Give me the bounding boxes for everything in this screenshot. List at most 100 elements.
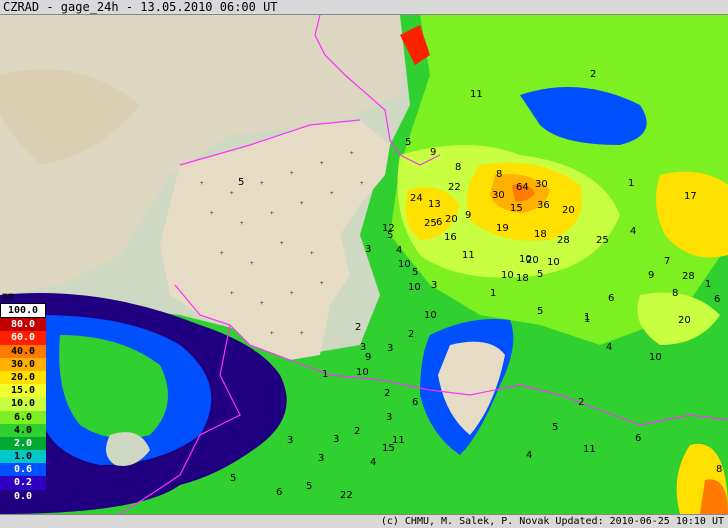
svg-text:+: +: [230, 290, 234, 297]
legend-unit: mm: [2, 291, 15, 302]
svg-text:+: +: [240, 220, 244, 227]
station-value: 6: [714, 294, 720, 305]
station-value: 6: [608, 293, 614, 304]
station-value: 5: [238, 177, 244, 188]
station-value: 3: [431, 280, 437, 291]
legend-level: 20.0: [0, 370, 46, 385]
station-value: 20: [678, 315, 691, 326]
map-viewer: CZRAD - gage_24h - 13.05.2010 06:00 UT +…: [0, 0, 728, 528]
svg-text:+: +: [290, 290, 294, 297]
station-value: 64: [516, 182, 529, 193]
svg-text:+: +: [270, 330, 274, 337]
station-value: 2: [590, 69, 596, 80]
station-value: 18: [534, 229, 547, 240]
station-value: 8: [672, 288, 678, 299]
station-value: 20: [562, 205, 575, 216]
station-value: 13: [428, 199, 441, 210]
station-value: 10: [408, 282, 421, 293]
svg-text:+: +: [260, 300, 264, 307]
svg-text:+: +: [360, 180, 364, 187]
station-value: 1: [490, 288, 496, 299]
station-value: 18: [516, 273, 529, 284]
legend-level: 15.0: [0, 384, 46, 398]
station-value: 2: [355, 322, 361, 333]
station-value: 6: [276, 487, 282, 498]
station-value: 5: [230, 473, 236, 484]
station-value: 3: [333, 434, 339, 445]
svg-text:+: +: [320, 280, 324, 287]
station-value: 4: [396, 245, 402, 256]
svg-text:+: +: [330, 190, 334, 197]
station-value: 17: [684, 191, 697, 202]
legend-level: 2.0: [0, 436, 46, 451]
svg-text:+: +: [220, 250, 224, 257]
station-value: 5: [412, 267, 418, 278]
station-value: 8: [455, 162, 461, 173]
station-value: 2: [384, 388, 390, 399]
station-value: 19: [496, 223, 509, 234]
station-value: 5: [537, 269, 543, 280]
legend-level: 1.0: [0, 450, 46, 464]
svg-text:+: +: [290, 170, 294, 177]
station-value: 3: [387, 343, 393, 354]
precipitation-map: ++++ ++++ ++++ ++++ ++++ + + 11 2 5 5 9 8…: [0, 15, 728, 514]
svg-text:+: +: [210, 210, 214, 217]
legend-level: 6.0: [0, 410, 46, 424]
footer-credits: (c) CHMU, M. Salek, P. Novak Updated: 20…: [0, 514, 728, 528]
station-value: 8: [496, 169, 502, 180]
station-value: 36: [537, 200, 550, 211]
svg-text:+: +: [280, 240, 284, 247]
legend-level: 0.0: [0, 489, 46, 503]
svg-text:+: +: [350, 150, 354, 157]
station-value: 25: [424, 218, 437, 229]
legend-level: 30.0: [0, 357, 46, 371]
station-value: 6: [635, 433, 641, 444]
station-value: 6: [412, 397, 418, 408]
svg-text:+: +: [250, 260, 254, 267]
station-value: 6: [436, 217, 442, 228]
station-value: 5: [405, 137, 411, 148]
station-value: 9: [365, 352, 371, 363]
station-value: 9: [465, 210, 471, 221]
station-value: 5: [306, 481, 312, 492]
station-value: 1: [322, 369, 328, 380]
station-value: 7: [664, 256, 670, 267]
legend-level: 60.0: [0, 331, 46, 345]
station-value: 5: [387, 230, 393, 241]
precipitation-legend: mm 100.0 80.0 60.0 40.0 30.0 20.0 15.0 10.0 6.0 4…: [0, 290, 46, 503]
station-value: 10: [501, 270, 514, 281]
station-value: 4: [526, 450, 532, 461]
station-value: 16: [444, 232, 457, 243]
station-value: 28: [682, 271, 695, 282]
legend-level: 10.0: [0, 397, 46, 411]
station-value: 20: [526, 255, 539, 266]
station-value: 30: [535, 179, 548, 190]
station-value: 30: [492, 190, 505, 201]
station-value: 4: [630, 226, 636, 237]
station-value: 3: [287, 435, 293, 446]
station-value: 11: [392, 435, 405, 446]
station-value: 10: [649, 352, 662, 363]
legend-scale: 100.0 80.0 60.0 40.0 30.0 20.0 15.0 10.0 6.0 4.0 2…: [0, 303, 46, 503]
legend-level: 100.0: [0, 303, 46, 319]
station-value: 25: [596, 235, 609, 246]
station-value: 4: [606, 342, 612, 353]
station-value: 1: [705, 279, 711, 290]
station-value: 3: [386, 412, 392, 423]
station-value: 11: [462, 250, 475, 261]
station-value: 5: [537, 306, 543, 317]
station-value: 3: [365, 244, 371, 255]
svg-text:+: +: [300, 330, 304, 337]
svg-text:+: +: [270, 210, 274, 217]
legend-level: 0.6: [0, 463, 46, 477]
svg-text:+: +: [320, 160, 324, 167]
station-value: 28: [557, 235, 570, 246]
station-value: 10: [547, 257, 560, 268]
legend-level: 0.2: [0, 476, 46, 490]
svg-text:+: +: [200, 180, 204, 187]
station-value: 2: [578, 397, 584, 408]
station-value: 22: [340, 490, 353, 501]
station-value: 10: [398, 259, 411, 270]
station-value: 20: [445, 214, 458, 225]
station-value: 2: [354, 426, 360, 437]
